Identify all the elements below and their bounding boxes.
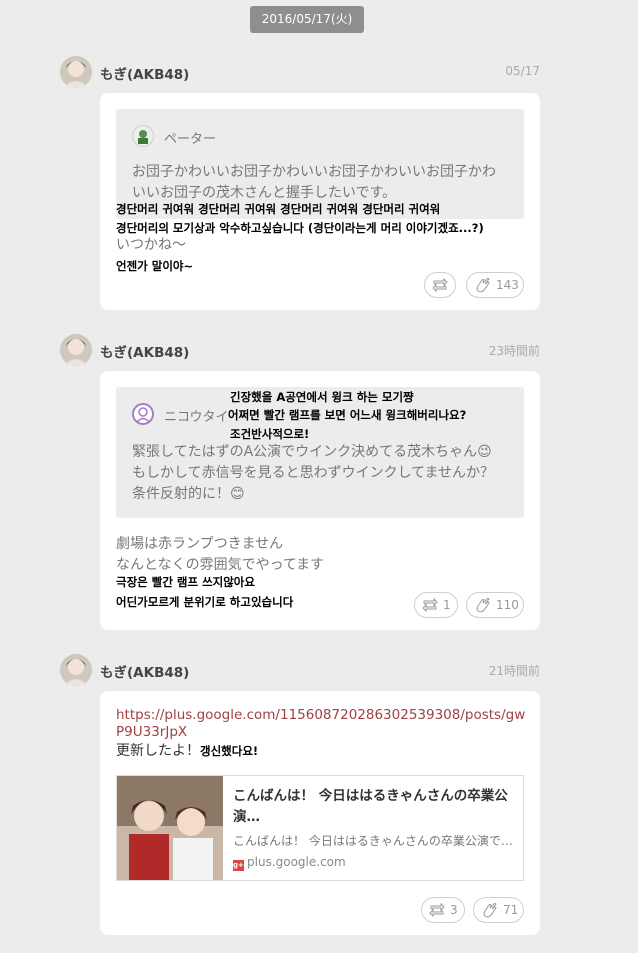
- post-text: 更新したよ！갱신했다요!: [116, 740, 258, 762]
- reply-text-kr: 어딘가모르게 분위기로 하고있습니다: [116, 595, 294, 609]
- like-count: 143: [496, 278, 519, 292]
- quoted-comment: ニコウタイ 긴장했을 A공연에서 윙크 하는 모기쨩 어쩌면 빨간 램프를 보면…: [116, 387, 524, 518]
- reply-text-jp: いつかね〜: [116, 237, 186, 253]
- post-header: もぎ(AKB48) 05/17: [60, 56, 540, 88]
- quote-text-kr: 조건반사적으로!: [230, 427, 310, 441]
- retweet-icon: [429, 902, 445, 918]
- post-card: https://plus.google.com/1156087202863025…: [100, 691, 540, 935]
- clap-icon: [483, 903, 497, 918]
- clap-icon: [476, 278, 490, 293]
- post-card: ニコウタイ 긴장했을 A공연에서 윙크 하는 모기쨩 어쩌면 빨간 램프를 보면…: [100, 371, 540, 630]
- retweet-button[interactable]: 3: [421, 897, 465, 923]
- post-time: 05/17: [505, 64, 540, 78]
- link-preview-card[interactable]: こんばんは！ 今日ははるきゃんさんの卒業公演… こんばんは！ 今日ははるきゃんさ…: [116, 775, 524, 881]
- post-link[interactable]: https://plus.google.com/1156087202863025…: [116, 707, 526, 741]
- avatar[interactable]: [60, 56, 92, 88]
- retweet-count: 1: [443, 598, 451, 612]
- commenter-name: ペーター: [164, 132, 217, 147]
- like-count: 71: [503, 903, 519, 917]
- author-name[interactable]: もぎ(AKB48): [100, 63, 189, 83]
- post-header: もぎ(AKB48) 21時間前: [60, 654, 540, 686]
- quote-text-jp: もしかして赤信号を見ると思わずウインクしてませんか？: [132, 465, 495, 481]
- commenter-avatar-icon: [132, 125, 154, 147]
- like-button[interactable]: 110: [466, 592, 524, 618]
- avatar[interactable]: [60, 334, 92, 366]
- post-card: ペーター お団子かわいいお団子かわいいお団子かわいいお団子かわ いいお団子の茂木…: [100, 93, 540, 310]
- retweet-button[interactable]: [424, 272, 456, 298]
- post-time: 23時間前: [488, 344, 540, 358]
- post-header: もぎ(AKB48) 23時間前: [60, 334, 540, 366]
- retweet-icon: [422, 597, 438, 613]
- quote-text-jp: 条件反射的に！😊: [132, 486, 245, 502]
- like-button[interactable]: 71: [473, 897, 524, 923]
- avatar[interactable]: [60, 654, 92, 686]
- post-time: 21時間前: [488, 664, 540, 678]
- quote-text-kr: 경단머리 귀여워 경단머리 귀여워 경단머리 귀여워 경단머리 귀여워: [116, 202, 441, 216]
- quote-text-jp: 緊張してたはずのA公演でウインク決めてる茂木ちゃん😉: [132, 444, 492, 460]
- clap-icon: [476, 598, 490, 613]
- like-button[interactable]: 143: [466, 272, 524, 298]
- quote-text-kr: 어쩌면 빨간 램프를 보면 어느새 윙크해버리나요?: [228, 408, 467, 422]
- quote-text-kr: 긴장했을 A공연에서 윙크 하는 모기쨩: [230, 390, 414, 404]
- retweet-count: 3: [450, 903, 458, 917]
- author-name[interactable]: もぎ(AKB48): [100, 661, 189, 681]
- preview-source: g+ plus.google.com: [233, 855, 346, 871]
- author-name[interactable]: もぎ(AKB48): [100, 341, 189, 361]
- preview-description: こんばんは！ 今日ははるきゃんさんの卒業公演で…: [233, 834, 513, 848]
- reply-text-kr: 언젠가 말이야~: [116, 259, 194, 273]
- preview-source-text: plus.google.com: [247, 855, 346, 869]
- reply-text-jp: 劇場は赤ランプつきません: [116, 536, 284, 552]
- quote-text-jp: お団子かわいいお団子かわいいお団子かわいいお団子かわ: [132, 164, 496, 180]
- preview-thumbnail: [117, 776, 223, 880]
- google-plus-icon: g+: [233, 860, 244, 871]
- post-text-kr: 갱신했다요!: [200, 744, 259, 758]
- retweet-icon: [432, 277, 448, 293]
- commenter-avatar-icon: [132, 403, 154, 425]
- date-header: 2016/05/17(火): [250, 6, 364, 33]
- retweet-button[interactable]: 1: [414, 592, 458, 618]
- preview-title: こんばんは！ 今日ははるきゃんさんの卒業公演…: [233, 788, 508, 825]
- commenter-name: ニコウタイ: [164, 410, 229, 425]
- reply-text-kr: 극장은 빨간 램프 쓰지않아요: [116, 575, 255, 589]
- post-text-jp: 更新したよ！: [116, 743, 200, 759]
- like-count: 110: [496, 598, 519, 612]
